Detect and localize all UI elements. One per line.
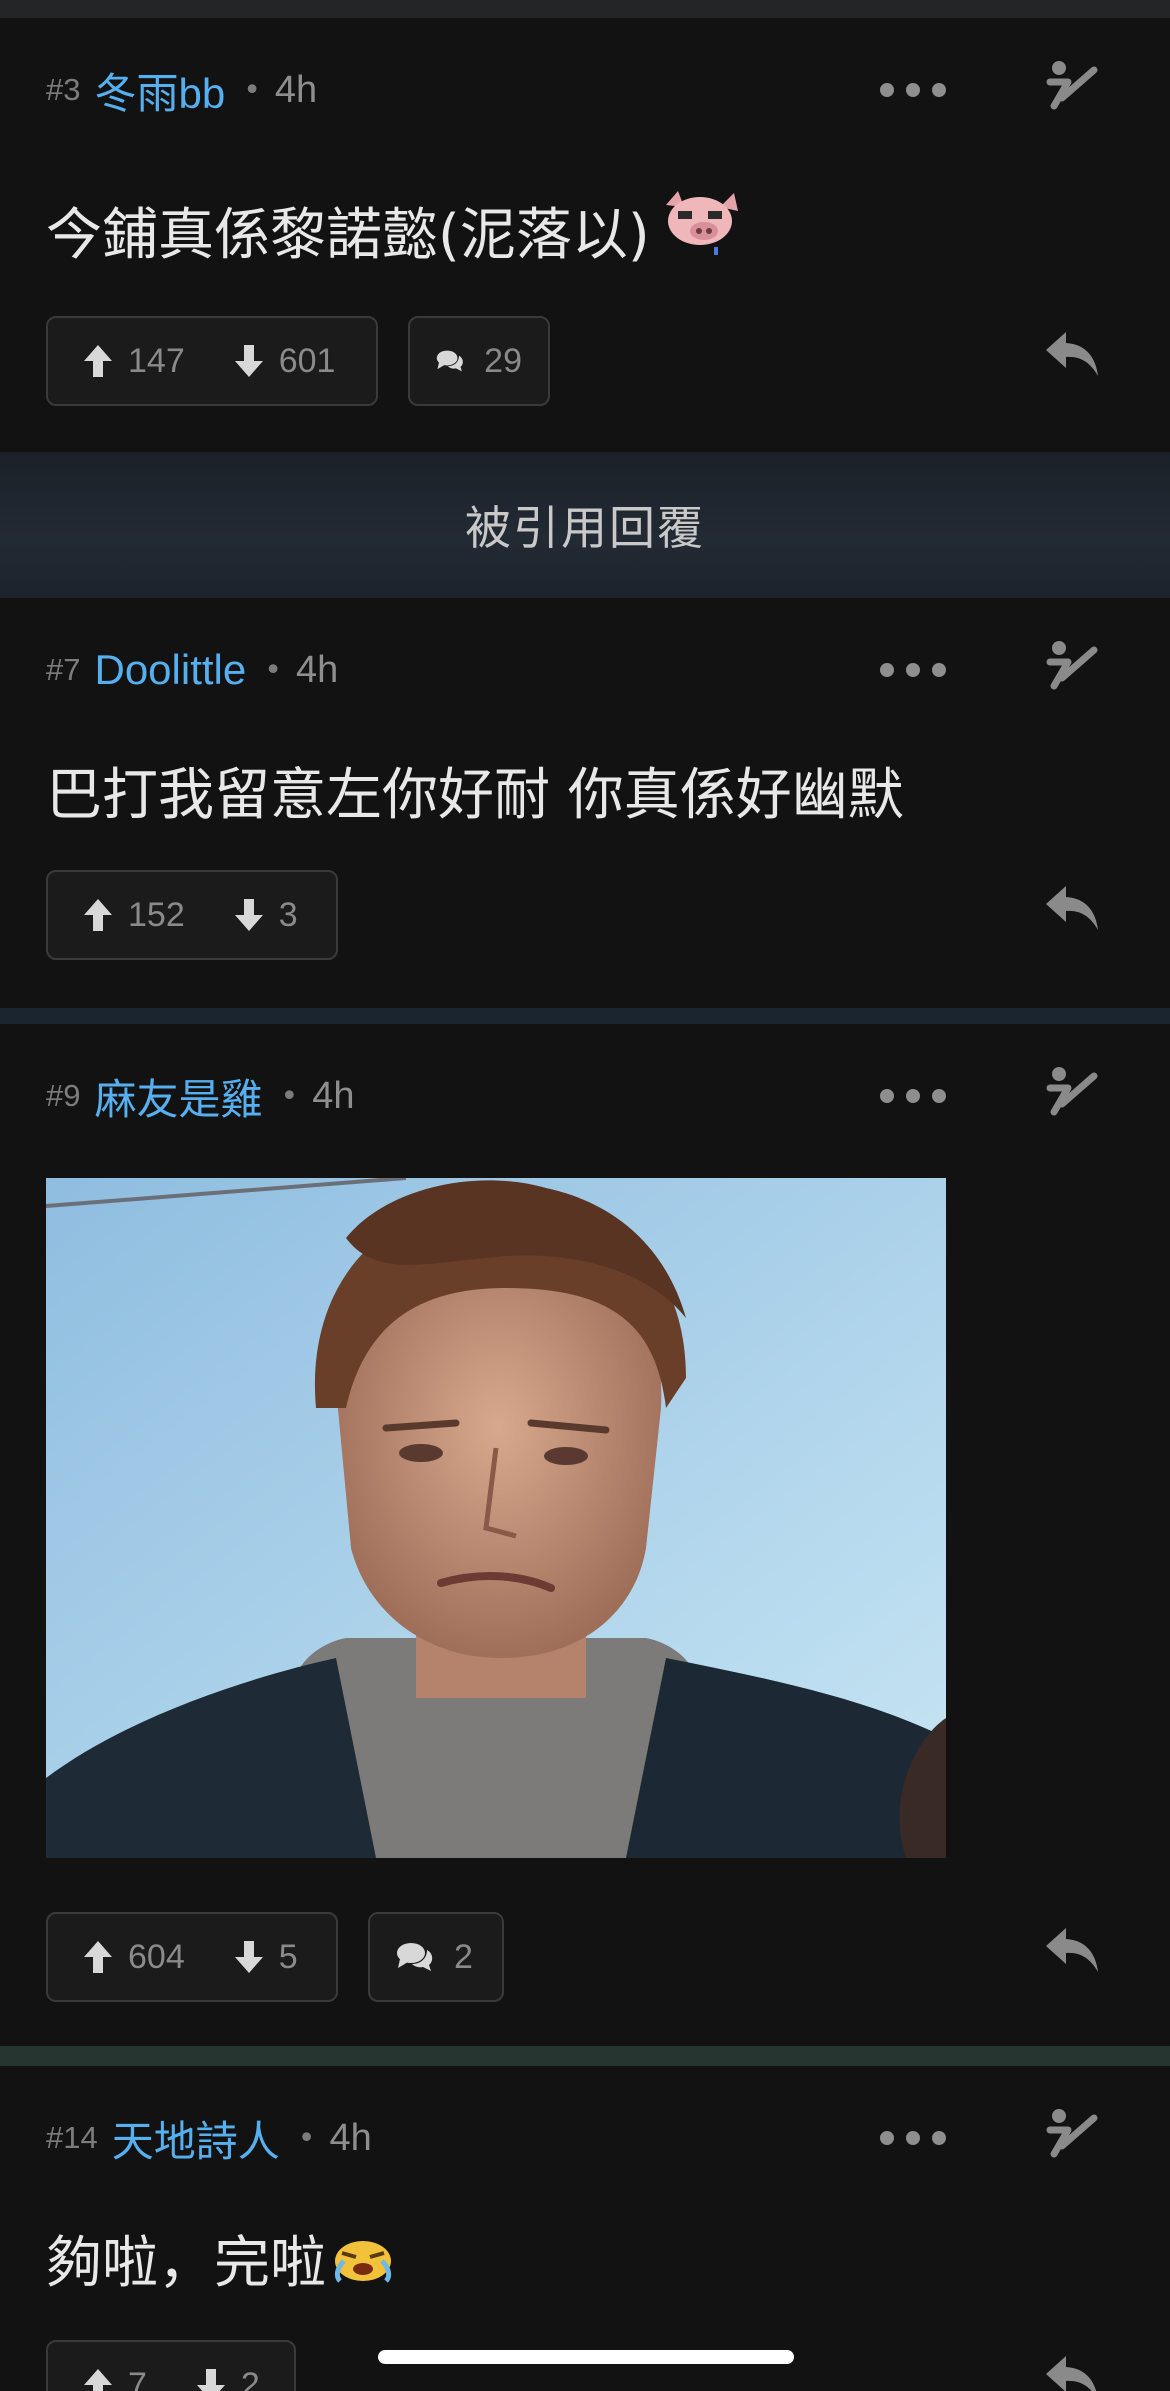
comments-button[interactable]: 2 bbox=[368, 1912, 504, 2002]
floor-number: #14 bbox=[46, 2120, 98, 2155]
vote-box: 152 3 bbox=[46, 870, 338, 960]
downvote-count: 601 bbox=[278, 341, 336, 380]
reply-icon[interactable] bbox=[1040, 2348, 1106, 2391]
separator-dot: • bbox=[280, 1078, 299, 1114]
post-header: #3 冬雨bb • 4h bbox=[46, 60, 317, 120]
arrow-up-icon bbox=[84, 1941, 112, 1973]
post-7: #7 Doolittle • 4h 巴打我留意左你好耐 你真係好幽默 152 3 bbox=[0, 640, 1170, 1008]
downvote-button[interactable]: 601 bbox=[233, 341, 336, 381]
post-text: 今鋪真係黎諾懿(泥落以) bbox=[46, 203, 650, 268]
upvote-button[interactable]: 147 bbox=[82, 342, 185, 381]
arrow-down-icon bbox=[234, 1941, 263, 1973]
reply-icon[interactable] bbox=[1040, 1920, 1106, 1980]
upvote-count: 604 bbox=[128, 1937, 185, 1976]
upvote-button[interactable]: 152 bbox=[82, 896, 185, 935]
vote-box: 7 2 bbox=[46, 2340, 296, 2391]
username-link[interactable]: 麻友是雞 bbox=[94, 1066, 262, 1127]
arrow-down-icon bbox=[196, 2369, 225, 2391]
vote-box: 147 601 bbox=[46, 316, 378, 406]
vote-box: 604 5 bbox=[46, 1912, 338, 2002]
upvote-count: 7 bbox=[128, 2365, 147, 2391]
filter-user-icon[interactable] bbox=[1040, 636, 1106, 702]
reply-icon[interactable] bbox=[1040, 878, 1106, 938]
post-text: 夠啦，完啦 bbox=[46, 2231, 326, 2296]
reply-icon[interactable] bbox=[1040, 324, 1106, 384]
downvote-count: 2 bbox=[240, 2365, 260, 2391]
separator-dot: • bbox=[297, 2120, 316, 2156]
downvote-button[interactable]: 3 bbox=[233, 896, 298, 935]
post-time: 4h bbox=[295, 648, 339, 691]
post-header: #14 天地詩人 • 4h bbox=[46, 2108, 372, 2168]
separator-dot: • bbox=[243, 72, 261, 108]
upvote-count: 147 bbox=[128, 341, 185, 380]
username-link[interactable]: 天地詩人 bbox=[112, 2108, 280, 2169]
top-edge-bar bbox=[0, 0, 1170, 18]
post-time: 4h bbox=[329, 2116, 372, 2159]
crying-face-icon bbox=[334, 2240, 392, 2283]
post-time: 4h bbox=[312, 1074, 355, 1117]
more-options-button[interactable] bbox=[880, 1076, 946, 1116]
post-14: #14 天地詩人 • 4h 夠啦，完啦 7 2 bbox=[0, 2108, 1170, 2391]
post-content: 夠啦，完啦 bbox=[46, 2218, 396, 2299]
arrow-down-icon bbox=[234, 345, 263, 377]
upvote-button[interactable]: 604 bbox=[82, 1938, 185, 1977]
post-divider bbox=[0, 1008, 1170, 1024]
home-indicator[interactable] bbox=[378, 2350, 794, 2364]
chat-bubbles-icon bbox=[436, 350, 463, 372]
floor-number: #9 bbox=[46, 1078, 81, 1113]
downvote-count: 5 bbox=[278, 1937, 298, 1976]
username-link[interactable]: 冬雨bb bbox=[94, 60, 225, 121]
chat-bubbles-icon bbox=[397, 1943, 433, 1971]
post-header: #9 麻友是雞 • 4h bbox=[46, 1066, 354, 1126]
post-header: #7 Doolittle • 4h bbox=[46, 640, 338, 700]
floor-number: #7 bbox=[46, 652, 81, 687]
comment-count: 2 bbox=[454, 1937, 473, 1976]
more-options-button[interactable] bbox=[880, 650, 946, 690]
separator-dot: • bbox=[264, 652, 282, 688]
comment-count: 29 bbox=[484, 341, 522, 380]
post-time: 4h bbox=[274, 68, 318, 111]
pig-face-icon bbox=[665, 190, 738, 255]
downvote-button[interactable]: 5 bbox=[233, 1938, 298, 1977]
filter-user-icon[interactable] bbox=[1040, 2104, 1106, 2170]
more-options-button[interactable] bbox=[880, 70, 946, 110]
post-divider bbox=[0, 2046, 1170, 2066]
post-3: #3 冬雨bb • 4h 今鋪真係黎諾懿(泥落以) 147 601 29 bbox=[0, 60, 1170, 452]
post-text: 巴打我留意左你好耐 你真係好幽默 bbox=[46, 763, 904, 828]
quoted-replies-label: 被引用回覆 bbox=[465, 501, 705, 555]
arrow-up-icon bbox=[84, 2369, 112, 2391]
post-content: 今鋪真係黎諾懿(泥落以) bbox=[46, 190, 752, 271]
quoted-replies-banner[interactable]: 被引用回覆 bbox=[0, 452, 1170, 598]
floor-number: #3 bbox=[46, 72, 81, 107]
arrow-down-icon bbox=[234, 899, 263, 931]
comments-button[interactable]: 29 bbox=[408, 316, 550, 406]
upvote-button[interactable]: 7 bbox=[82, 2366, 147, 2391]
downvote-button[interactable]: 2 bbox=[195, 2366, 260, 2391]
downvote-count: 3 bbox=[278, 895, 298, 934]
arrow-up-icon bbox=[84, 899, 112, 931]
gif-image[interactable] bbox=[46, 1178, 946, 1858]
arrow-up-icon bbox=[84, 345, 112, 377]
more-options-button[interactable] bbox=[880, 2118, 946, 2158]
filter-user-icon[interactable] bbox=[1040, 1062, 1106, 1128]
upvote-count: 152 bbox=[128, 895, 185, 934]
username-link[interactable]: Doolittle bbox=[94, 646, 246, 694]
filter-user-icon[interactable] bbox=[1040, 56, 1106, 122]
